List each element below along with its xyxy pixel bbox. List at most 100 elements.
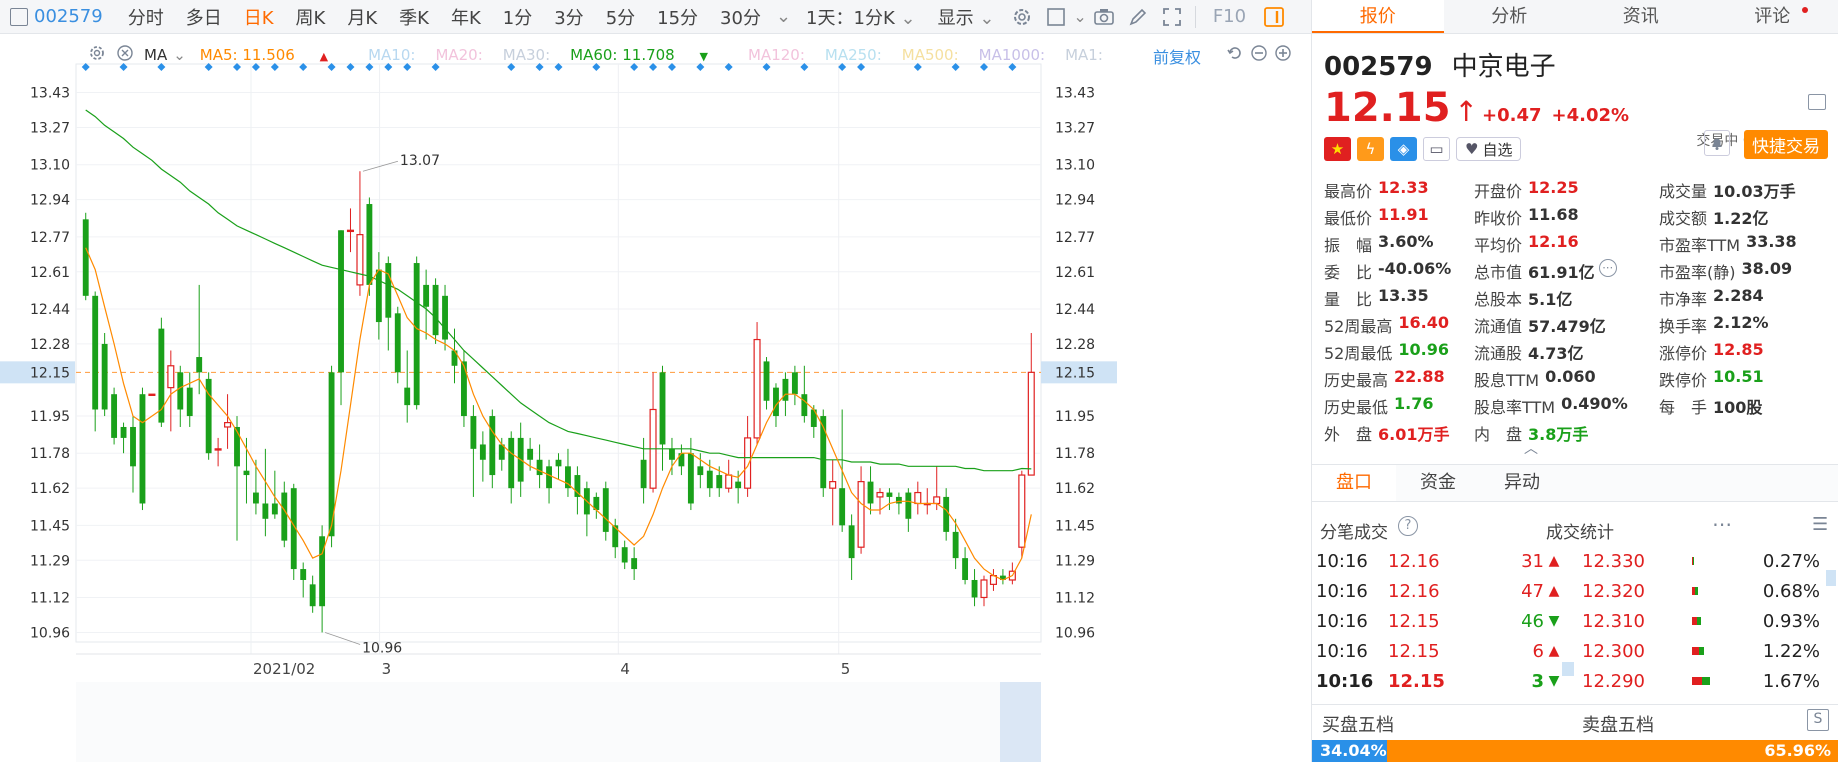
tab-news[interactable]: 资讯: [1575, 0, 1707, 33]
help-icon[interactable]: ?: [1398, 516, 1418, 536]
period-tab-3min[interactable]: 3分: [543, 4, 594, 30]
chevron-down-icon[interactable]: ⌄: [1073, 7, 1086, 26]
collapse-chevron-icon[interactable]: ︿: [1524, 438, 1538, 458]
trade-stats-list: 12.330 0.27% 12.320 0.68% 12.310 0.93% 12.300 1…: [1582, 546, 1832, 696]
quote-cell: 振 幅 3.60%: [1324, 232, 1474, 256]
price-change-pct: +4.02%: [1551, 105, 1630, 126]
kline-chart-area[interactable]: 2021/02 3 4 5 13.43 13.43 13.27 13.27 13.10 13.10…: [0, 34, 1311, 762]
bookmark-icon[interactable]: ▭: [1423, 137, 1450, 161]
menu-icon[interactable]: [1808, 94, 1826, 110]
ticks-header: 分笔成交 ? 成交统计 ⋯ ☰: [1312, 508, 1838, 548]
current-price-label-right: 12.15: [1055, 365, 1095, 381]
price-axis-label-right: 12.28: [1055, 337, 1095, 353]
quote-cell: 股息TTM 0.060: [1474, 367, 1659, 391]
price-row: 12.15 ↑ +0.47 +4.02%: [1324, 85, 1826, 131]
subtab-anomaly[interactable]: 异动: [1480, 465, 1564, 501]
current-price-label-left: 12.15: [30, 365, 70, 381]
price-axis-label-right: 13.43: [1055, 86, 1095, 102]
quote-value: -40.06%: [1378, 258, 1452, 278]
period-tab-1min[interactable]: 1分: [492, 4, 543, 30]
quote-row: 委 比 -40.06% 总市值 61.91亿 ⋯ 市盈率(静) 38.09: [1324, 257, 1834, 284]
tab-comments[interactable]: 评论: [1707, 0, 1838, 33]
close-circle-icon[interactable]: [116, 44, 134, 66]
price-axis-label-right: 10.96: [1055, 625, 1095, 641]
candle-body: [375, 269, 382, 323]
more-circle-icon[interactable]: ⋯: [1598, 258, 1617, 277]
period-tab-quarterly-k[interactable]: 季K: [388, 4, 440, 30]
period-tab-weekly-k[interactable]: 周K: [285, 4, 337, 30]
quote-row: 最高价 12.33 开盘价 12.25 成交量 10.03万手: [1324, 176, 1834, 203]
scroll-handle[interactable]: [1562, 662, 1574, 676]
china-flag-icon[interactable]: ★: [1324, 137, 1351, 161]
gear-icon[interactable]: [1009, 4, 1035, 30]
tab-quote[interactable]: 报价: [1312, 0, 1444, 33]
panel-toggle-icon[interactable]: [1261, 4, 1287, 30]
more-icon[interactable]: ⋯: [1712, 512, 1732, 536]
sidebar-toggle-icon[interactable]: [10, 7, 28, 26]
stat-row: 12.310 0.93%: [1582, 606, 1832, 636]
more-periods-chevron-icon[interactable]: ⌄: [772, 6, 795, 27]
quote-key: 量 比: [1324, 289, 1373, 309]
notification-dot: [1802, 7, 1808, 13]
tab-analysis[interactable]: 分析: [1444, 0, 1576, 33]
undo-icon[interactable]: [1226, 44, 1244, 66]
quote-cell: 昨收价 11.68: [1474, 205, 1659, 229]
period-tab-yearly-k[interactable]: 年K: [440, 4, 492, 30]
subtab-fund[interactable]: 资金: [1396, 465, 1480, 501]
stat-price: 12.310: [1582, 610, 1645, 632]
candle-body: [442, 295, 448, 340]
display-menu[interactable]: 显示 ⌄: [927, 4, 1006, 30]
price-axis-label-right: 11.29: [1055, 553, 1095, 569]
interval-select[interactable]: 1天：1分K ⌄: [795, 4, 927, 30]
interval-select-value: 1天：1分K: [806, 7, 895, 29]
subtab-pankou[interactable]: 盘口: [1312, 465, 1396, 501]
ma-label[interactable]: MA: [144, 46, 167, 64]
f10-button[interactable]: F10: [1202, 6, 1257, 27]
pencil-icon[interactable]: [1125, 4, 1151, 30]
quote-cell: 每 手 100股: [1659, 394, 1834, 418]
scrollbar[interactable]: [1826, 570, 1836, 586]
bell-icon[interactable]: [1704, 130, 1730, 156]
tag-icon[interactable]: ◈: [1390, 137, 1417, 161]
settings-gear-icon[interactable]: [88, 44, 106, 66]
zoom-in-icon[interactable]: [1274, 44, 1292, 66]
quote-value: 10.51: [1713, 366, 1764, 386]
quote-value: 0.060: [1545, 366, 1596, 386]
lightning-icon[interactable]: ϟ: [1357, 137, 1384, 161]
zoom-out-icon[interactable]: [1250, 44, 1268, 66]
candle-body: [385, 263, 392, 318]
quote-key: 52周最低: [1324, 343, 1393, 363]
quote-cell: 涨停价 12.85: [1659, 340, 1834, 364]
layout-square-icon[interactable]: [1043, 4, 1069, 30]
tick-time: 10:16: [1316, 580, 1368, 602]
period-tab-daily-k[interactable]: 日K: [233, 4, 285, 30]
quote-value: 100股: [1713, 397, 1763, 417]
fullscreen-icon[interactable]: [1159, 4, 1185, 30]
ma-dropdown-chevron-icon[interactable]: ⌄: [173, 46, 186, 64]
stock-code-label[interactable]: 002579: [28, 6, 117, 27]
s-icon[interactable]: S: [1807, 709, 1829, 731]
candle-body: [980, 579, 988, 599]
add-watchlist-button[interactable]: ♥ 自选: [1456, 137, 1522, 161]
quick-trade-button[interactable]: 快捷交易: [1744, 130, 1828, 159]
period-tab-15min[interactable]: 15分: [646, 4, 709, 30]
panel-tabs: 报价 分析 资讯 评论: [1312, 0, 1838, 34]
camera-icon[interactable]: [1091, 4, 1117, 30]
stat-percent: 0.68%: [1762, 580, 1820, 602]
period-tab-fenshi[interactable]: 分时: [117, 4, 175, 30]
period-tab-monthly-k[interactable]: 月K: [336, 4, 388, 30]
kline-chart[interactable]: 2021/02 3 4 5 13.43 13.43 13.27 13.27 13.10 13.10…: [0, 34, 1311, 762]
period-tab-30min[interactable]: 30分: [709, 4, 772, 30]
period-tab-duori[interactable]: 多日: [175, 4, 233, 30]
period-tab-5min[interactable]: 5分: [595, 4, 646, 30]
candle-body: [706, 470, 713, 489]
list-icon[interactable]: ☰: [1812, 514, 1828, 535]
candle-body: [413, 263, 420, 406]
candle-body: [687, 453, 694, 504]
stock-code: 002579: [1324, 52, 1433, 82]
quote-row: 52周最低 10.96 流通股 4.73亿 涨停价 12.85: [1324, 338, 1834, 365]
adjust-mode-button[interactable]: 前复权: [1153, 44, 1201, 68]
triangle-down-icon: ▼: [699, 50, 708, 63]
candle-body: [527, 448, 534, 460]
scroll-thumb[interactable]: [1000, 682, 1041, 762]
